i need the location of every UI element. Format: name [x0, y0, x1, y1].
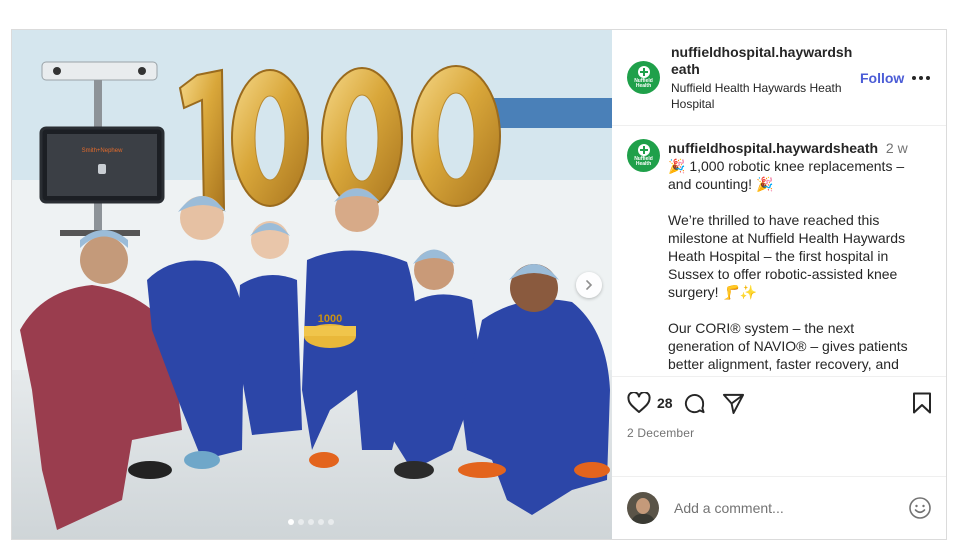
follow-button[interactable]: Follow: [860, 70, 904, 86]
bookmark-icon: [913, 392, 931, 414]
team-photo-illustration: Smith+Nephew 1000: [12, 30, 612, 539]
share-button[interactable]: [722, 392, 745, 415]
instagram-post: Smith+Nephew 1000 Nuffield Health nuffie…: [11, 29, 947, 540]
carousel-dot: [298, 519, 304, 525]
chevron-right-icon: [586, 280, 593, 290]
author-display-name[interactable]: Nuffield Health Haywards Heath Hospital: [671, 80, 857, 112]
like-button[interactable]: [627, 392, 651, 414]
emoji-icon: [909, 497, 931, 519]
carousel-dots: [288, 519, 334, 525]
caption-paragraph-3: Our CORI® system – the next generation o…: [668, 320, 908, 376]
save-button[interactable]: [912, 392, 932, 414]
post-photo[interactable]: Smith+Nephew 1000: [12, 30, 612, 539]
more-icon: [912, 75, 916, 80]
heart-icon: [627, 392, 651, 413]
avatar-logo-text: Nuffield Health: [634, 77, 653, 89]
caption-paragraph-1: nuffieldhospital.haywardsheath 2 w 🎉 1,0…: [668, 139, 918, 193]
comment-input[interactable]: [672, 499, 908, 517]
user-avatar[interactable]: [627, 492, 659, 524]
post-header: Nuffield Health nuffieldhospital.hayward…: [612, 30, 946, 126]
caption-timestamp[interactable]: 2 w: [886, 140, 908, 156]
post-details-panel: Nuffield Health nuffieldhospital.hayward…: [612, 30, 946, 539]
avatar-logo-text: Nuffield Health: [634, 155, 653, 167]
cake-topper-text: 1000: [318, 313, 342, 325]
carousel-dot: [318, 519, 324, 525]
action-bar: 28: [627, 389, 932, 417]
share-icon: [722, 393, 744, 414]
author-info: nuffieldhospital.haywardsheath Nuffield …: [671, 44, 857, 112]
comment-bar: [612, 476, 946, 539]
nuffield-logo-icon: [637, 143, 650, 156]
next-image-button[interactable]: [576, 272, 602, 298]
caption-body: nuffieldhospital.haywardsheath 2 w 🎉 1,0…: [668, 139, 918, 376]
carousel-dot: [328, 519, 334, 525]
monitor-brand-text: Smith+Nephew: [82, 148, 124, 154]
caption: Nuffield Health nuffieldhospital.hayward…: [612, 126, 946, 376]
caption-username[interactable]: nuffieldhospital.haywardsheath: [668, 140, 878, 156]
comment-icon: [684, 393, 705, 413]
post-date[interactable]: 2 December: [627, 426, 932, 440]
nuffield-logo-icon: [637, 65, 650, 78]
action-section: 28 2 December: [612, 376, 946, 476]
author-username[interactable]: nuffieldhospital.haywardsheath: [671, 44, 857, 78]
emoji-button[interactable]: [908, 496, 932, 520]
caption-text: 🎉 1,000 robotic knee replacements – and …: [668, 158, 905, 192]
more-options-button[interactable]: [910, 75, 932, 80]
wall-stripe: [492, 98, 612, 128]
carousel-dot: [308, 519, 314, 525]
caption-paragraph-2: We’re thrilled to have reached this mile…: [668, 212, 906, 300]
caption-avatar[interactable]: Nuffield Health: [627, 139, 660, 172]
like-count[interactable]: 28: [657, 395, 673, 411]
carousel-dot: [288, 519, 294, 525]
comment-button[interactable]: [683, 392, 706, 415]
author-avatar[interactable]: Nuffield Health: [627, 61, 660, 94]
